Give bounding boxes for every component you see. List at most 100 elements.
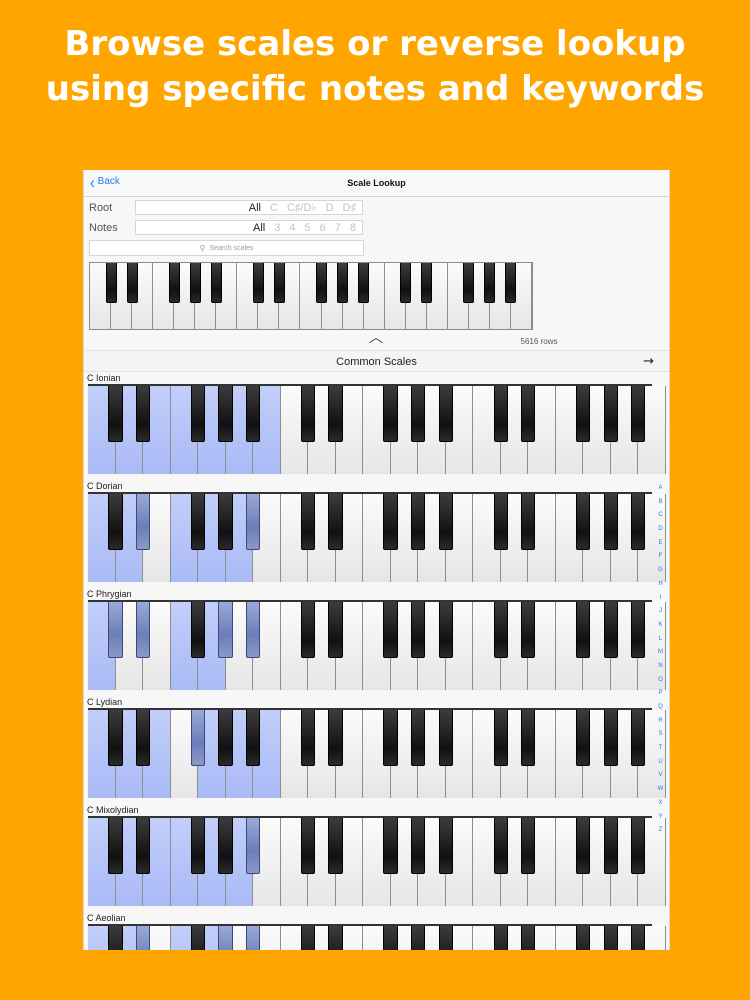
alphabet-index-letter[interactable]: V <box>658 769 662 783</box>
black-key[interactable] <box>300 926 316 950</box>
black-key[interactable] <box>603 818 618 874</box>
arrow-right-icon[interactable]: → <box>643 354 654 369</box>
black-key[interactable] <box>245 602 261 658</box>
root-option[interactable]: C♯/D♭ <box>287 201 317 214</box>
black-key[interactable] <box>218 602 233 658</box>
black-key[interactable] <box>190 818 206 874</box>
notes-filter-selector[interactable]: All 3 4 5 6 7 8 <box>135 220 363 235</box>
alphabet-index-letter[interactable]: J <box>659 605 662 619</box>
black-key[interactable] <box>190 494 206 550</box>
scale-row[interactable]: C Lydian <box>84 696 666 804</box>
alphabet-index-letter[interactable]: N <box>658 660 662 674</box>
alphabet-index-letter[interactable]: T <box>659 742 663 756</box>
black-key[interactable] <box>576 494 591 550</box>
black-key[interactable] <box>410 494 426 550</box>
black-key[interactable] <box>438 818 453 874</box>
black-key[interactable] <box>463 263 475 303</box>
alphabet-index-letter[interactable]: B <box>658 496 662 510</box>
alphabet-index-letter[interactable]: K <box>658 619 662 633</box>
notes-option[interactable]: 4 <box>289 222 295 234</box>
black-key[interactable] <box>108 602 123 658</box>
black-key[interactable] <box>300 602 316 658</box>
alphabet-index-letter[interactable]: E <box>658 537 662 551</box>
black-key[interactable] <box>576 602 591 658</box>
black-key[interactable] <box>245 710 261 766</box>
black-key[interactable] <box>273 263 285 303</box>
black-key[interactable] <box>493 710 508 766</box>
black-key[interactable] <box>493 926 508 950</box>
black-key[interactable] <box>493 602 508 658</box>
black-key[interactable] <box>135 494 151 550</box>
black-key[interactable] <box>631 926 646 950</box>
black-key[interactable] <box>218 494 233 550</box>
black-key[interactable] <box>603 386 618 442</box>
black-key[interactable] <box>358 263 370 303</box>
black-key[interactable] <box>108 818 123 874</box>
alphabet-index-letter[interactable]: Y <box>658 811 662 825</box>
alphabet-index-letter[interactable]: O <box>658 674 663 688</box>
alphabet-index-letter[interactable]: F <box>659 550 663 564</box>
black-key[interactable] <box>438 710 453 766</box>
black-key[interactable] <box>410 386 426 442</box>
notes-option[interactable]: 6 <box>320 222 326 234</box>
black-key[interactable] <box>410 926 426 950</box>
black-key[interactable] <box>328 602 343 658</box>
black-key[interactable] <box>438 602 453 658</box>
black-key[interactable] <box>521 494 536 550</box>
root-option[interactable]: C <box>270 202 278 214</box>
alphabet-index-letter[interactable]: G <box>658 564 663 578</box>
black-key[interactable] <box>505 263 517 303</box>
black-key[interactable] <box>135 710 151 766</box>
black-key[interactable] <box>576 818 591 874</box>
black-key[interactable] <box>108 710 123 766</box>
alphabet-index-letter[interactable]: A <box>658 482 662 496</box>
black-key[interactable] <box>521 386 536 442</box>
alphabet-index-letter[interactable]: C <box>658 509 662 523</box>
black-key[interactable] <box>210 263 222 303</box>
black-key[interactable] <box>105 263 117 303</box>
alphabet-index-letter[interactable]: H <box>658 578 662 592</box>
scale-row[interactable]: C Phrygian <box>84 588 666 696</box>
black-key[interactable] <box>410 710 426 766</box>
chevron-up-icon[interactable]: ︿ <box>364 331 388 345</box>
black-key[interactable] <box>603 926 618 950</box>
scale-row[interactable]: C Aeolian <box>84 912 666 950</box>
alphabet-index-letter[interactable]: P <box>658 687 662 701</box>
notes-option[interactable]: 8 <box>350 222 356 234</box>
black-key[interactable] <box>438 386 453 442</box>
black-key[interactable] <box>328 494 343 550</box>
alphabet-index-letter[interactable]: Z <box>659 824 663 838</box>
black-key[interactable] <box>493 818 508 874</box>
alphabet-index-letter[interactable]: L <box>659 633 662 647</box>
black-key[interactable] <box>576 710 591 766</box>
alphabet-index-letter[interactable]: M <box>658 646 663 660</box>
black-key[interactable] <box>218 710 233 766</box>
scale-row[interactable]: C Ionian <box>84 372 666 480</box>
black-key[interactable] <box>521 710 536 766</box>
black-key[interactable] <box>438 494 453 550</box>
alphabet-index-letter[interactable]: S <box>658 728 662 742</box>
black-key[interactable] <box>190 710 206 766</box>
black-key[interactable] <box>135 386 151 442</box>
black-key[interactable] <box>410 602 426 658</box>
black-key[interactable] <box>421 263 433 303</box>
black-key[interactable] <box>576 926 591 950</box>
black-key[interactable] <box>328 386 343 442</box>
black-key[interactable] <box>245 494 261 550</box>
black-key[interactable] <box>316 263 327 303</box>
black-key[interactable] <box>300 710 316 766</box>
black-key[interactable] <box>245 926 261 950</box>
scale-row[interactable]: C Mixolydian <box>84 804 666 912</box>
black-key[interactable] <box>383 710 398 766</box>
black-key[interactable] <box>218 926 233 950</box>
black-key[interactable] <box>631 494 646 550</box>
black-key[interactable] <box>190 602 206 658</box>
black-key[interactable] <box>135 818 151 874</box>
note-input-keyboard[interactable] <box>89 262 533 330</box>
black-key[interactable] <box>108 386 123 442</box>
black-key[interactable] <box>300 818 316 874</box>
black-key[interactable] <box>410 818 426 874</box>
black-key[interactable] <box>300 494 316 550</box>
black-key[interactable] <box>218 818 233 874</box>
alphabet-index-letter[interactable]: U <box>658 756 662 770</box>
